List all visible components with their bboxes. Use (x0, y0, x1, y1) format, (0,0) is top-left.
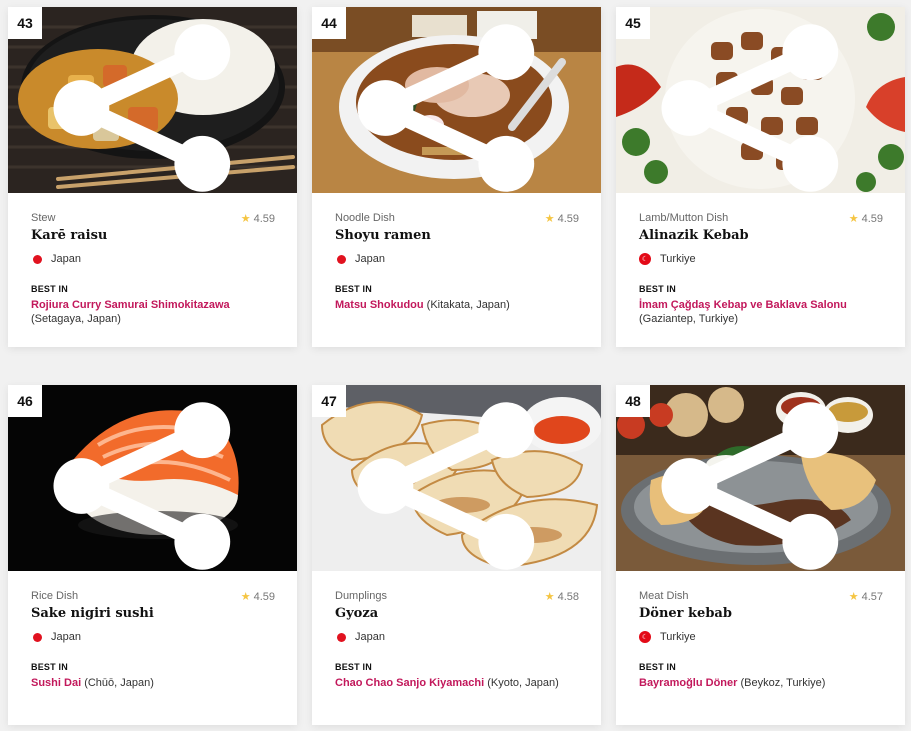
japan-flag-icon (33, 632, 42, 642)
restaurant-link[interactable]: Sushi Dai (31, 677, 81, 689)
country-name: Turkiye (660, 253, 696, 265)
rating-value: 4.57 (861, 590, 883, 603)
best-in: Chao Chao Sanjo Kiyamachi (Kyoto, Japan) (335, 676, 579, 690)
rating-value: 4.59 (557, 212, 579, 225)
rating-value: 4.59 (253, 212, 275, 225)
best-in-label: BEST IN (639, 284, 676, 294)
best-in-label: BEST IN (335, 662, 372, 672)
dish-image-alinazik-kebab[interactable]: 45 (616, 7, 905, 193)
dish-type: Dumplings (335, 590, 387, 602)
rating: ★ 4.59 (240, 212, 275, 226)
best-in: Rojiura Curry Samurai Shimokitazawa (Set… (31, 298, 275, 326)
dish-card-44[interactable]: 44 Noodle Dish ★ 4.59 Shoyu ramen Japan … (312, 7, 601, 347)
share-icon[interactable] (8, 393, 291, 571)
dish-name[interactable]: Döner kebab (639, 606, 883, 621)
share-icon[interactable] (8, 15, 291, 193)
japan-flag-icon (337, 632, 346, 642)
japan-flag-icon (33, 254, 42, 264)
best-in-label: BEST IN (639, 662, 676, 672)
restaurant-link[interactable]: Matsu Shokudou (335, 299, 424, 311)
country-name: Japan (355, 631, 385, 643)
restaurant-link[interactable]: Bayramoğlu Döner (639, 677, 737, 689)
dish-name[interactable]: Alinazik Kebab (639, 228, 883, 243)
restaurant-link[interactable]: Rojiura Curry Samurai Shimokitazawa (31, 299, 230, 311)
share-icon[interactable] (616, 393, 899, 571)
dish-type: Meat Dish (639, 590, 689, 602)
best-in: İmam Çağdaş Kebap ve Baklava Salonu (Gaz… (639, 298, 883, 326)
country[interactable]: ☾ Turkiye (639, 253, 883, 265)
rating: ★ 4.59 (544, 212, 579, 226)
country[interactable]: Japan (31, 253, 275, 265)
star-icon: ★ (240, 591, 251, 603)
japan-flag-icon (337, 254, 346, 264)
share-icon[interactable] (312, 15, 595, 193)
rating: ★ 4.57 (848, 590, 883, 604)
rating-value: 4.59 (253, 590, 275, 603)
dish-image-gyoza[interactable]: 47 (312, 385, 601, 571)
star-icon: ★ (240, 213, 251, 225)
star-icon: ★ (848, 591, 859, 603)
dish-name[interactable]: Sake nigiri sushi (31, 606, 275, 621)
restaurant-location: (Kyoto, Japan) (487, 677, 559, 689)
dish-image-sake-nigiri-sushi[interactable]: 46 (8, 385, 297, 571)
best-in-label: BEST IN (31, 662, 68, 672)
dish-type: Noodle Dish (335, 212, 395, 224)
star-icon: ★ (544, 213, 555, 225)
dish-card-45[interactable]: 45 Lamb/Mutton Dish ★ 4.59 Alinazik Keba… (616, 7, 905, 347)
rating-value: 4.59 (861, 212, 883, 225)
rating: ★ 4.58 (544, 590, 579, 604)
best-in: Sushi Dai (Chūō, Japan) (31, 676, 275, 690)
dish-name[interactable]: Shoyu ramen (335, 228, 579, 243)
rating-value: 4.58 (557, 590, 579, 603)
dish-type: Rice Dish (31, 590, 79, 602)
share-icon[interactable] (312, 393, 595, 571)
dish-card-46[interactable]: 46 Rice Dish ★ 4.59 Sake nigiri sushi Ja… (8, 385, 297, 725)
dish-card-43[interactable]: 43 Stew ★ 4.59 Karē raisu Japan BEST IN … (8, 7, 297, 347)
country[interactable]: Japan (31, 631, 275, 643)
turkey-flag-icon: ☾ (639, 253, 651, 265)
rating: ★ 4.59 (848, 212, 883, 226)
restaurant-location: (Gaziantep, Turkiye) (639, 313, 739, 325)
restaurant-location: (Chūō, Japan) (84, 677, 154, 689)
country[interactable]: ☾ Turkiye (639, 631, 883, 643)
dish-card-48[interactable]: 48 Meat Dish ★ 4.57 Döner kebab ☾ Turkiy… (616, 385, 905, 725)
best-in-label: BEST IN (31, 284, 68, 294)
star-icon: ★ (848, 213, 859, 225)
restaurant-location: (Beykoz, Turkiye) (740, 677, 826, 689)
dish-type: Stew (31, 212, 56, 224)
restaurant-link[interactable]: Chao Chao Sanjo Kiyamachi (335, 677, 484, 689)
dish-name[interactable]: Karē raisu (31, 228, 275, 243)
best-in: Bayramoğlu Döner (Beykoz, Turkiye) (639, 676, 883, 690)
country[interactable]: Japan (335, 631, 579, 643)
rating: ★ 4.59 (240, 590, 275, 604)
country-name: Turkiye (660, 631, 696, 643)
restaurant-location: (Setagaya, Japan) (31, 313, 121, 325)
turkey-flag-icon: ☾ (639, 631, 651, 643)
dish-image-kare-raisu[interactable]: 43 (8, 7, 297, 193)
country[interactable]: Japan (335, 253, 579, 265)
star-icon: ★ (544, 591, 555, 603)
share-icon[interactable] (616, 15, 899, 193)
dish-image-shoyu-ramen[interactable]: 44 (312, 7, 601, 193)
dish-image-doner-kebab[interactable]: 48 (616, 385, 905, 571)
country-name: Japan (51, 631, 81, 643)
best-in-label: BEST IN (335, 284, 372, 294)
restaurant-link[interactable]: İmam Çağdaş Kebap ve Baklava Salonu (639, 299, 847, 311)
dish-type: Lamb/Mutton Dish (639, 212, 729, 224)
country-name: Japan (355, 253, 385, 265)
dish-card-47[interactable]: 47 Dumplings ★ 4.58 Gyoza Japan BEST IN … (312, 385, 601, 725)
restaurant-location: (Kitakata, Japan) (426, 299, 510, 311)
dish-name[interactable]: Gyoza (335, 606, 579, 621)
country-name: Japan (51, 253, 81, 265)
best-in: Matsu Shokudou (Kitakata, Japan) (335, 298, 579, 312)
